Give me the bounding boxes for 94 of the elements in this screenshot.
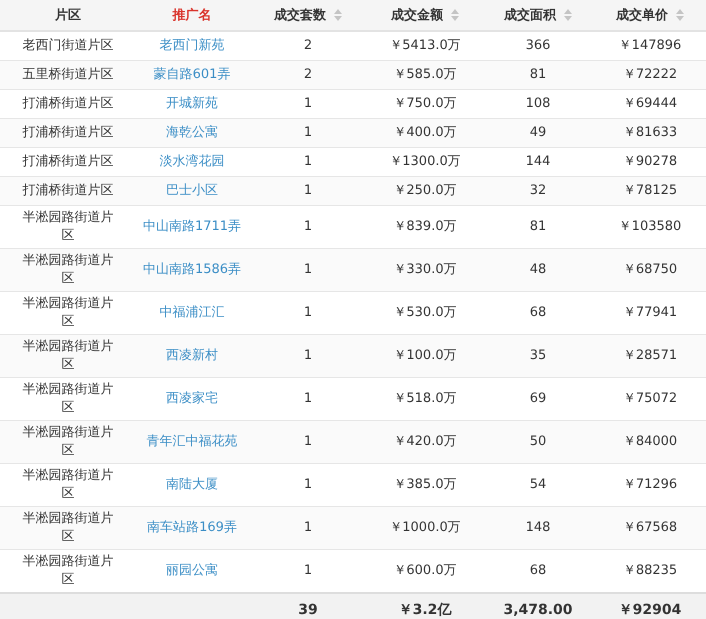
table-cell: 1 <box>304 391 312 406</box>
table-cell: 1 <box>304 477 312 492</box>
table-cell: 打浦桥街道片区 <box>22 154 114 169</box>
estate-link[interactable]: 丽园公寓 <box>166 563 218 578</box>
table-cell: 50 <box>530 434 546 449</box>
table-cell: 半淞园路街道片区 <box>22 296 114 329</box>
table-cell: 81 <box>530 219 546 234</box>
table-cell: 半淞园路街道片区 <box>22 382 114 415</box>
table-cell: 35 <box>530 348 546 363</box>
table-cell: ￥68750 <box>622 262 678 277</box>
table-cell: 54 <box>530 477 546 492</box>
table-cell: 68 <box>530 563 546 578</box>
table-cell: 2 <box>304 67 312 82</box>
table-cell: 1 <box>304 183 312 198</box>
sort-icon[interactable] <box>451 9 459 21</box>
table-cell: 48 <box>530 262 546 277</box>
table-cell: 打浦桥街道片区 <box>22 125 114 140</box>
table-cell: 半淞园路街道片区 <box>22 253 114 286</box>
table-cell: 81 <box>530 67 546 82</box>
table-cell: ￥71296 <box>622 477 678 492</box>
table-cell: 1 <box>304 219 312 234</box>
table-cell: 半淞园路街道片区 <box>22 554 114 587</box>
table-cell: 打浦桥街道片区 <box>22 96 114 111</box>
sort-icon[interactable] <box>334 9 342 21</box>
table-cell: ￥750.0万 <box>393 96 457 111</box>
table-cell: ￥530.0万 <box>393 305 457 320</box>
table-cell: ￥77941 <box>622 305 678 320</box>
table-cell: ￥385.0万 <box>393 477 457 492</box>
estate-link[interactable]: 开城新苑 <box>166 96 218 111</box>
table-cell: 1 <box>304 434 312 449</box>
table-cell: 2 <box>304 38 312 53</box>
total-cell: ￥3.2亿 <box>398 602 452 618</box>
table-cell: ￥585.0万 <box>393 67 457 82</box>
table-cell: 半淞园路街道片区 <box>22 339 114 372</box>
table-cell: 69 <box>530 391 546 406</box>
table-cell: 108 <box>526 96 550 111</box>
table-cell: 打浦桥街道片区 <box>22 183 114 198</box>
sort-icon[interactable] <box>676 9 684 21</box>
table-cell: 32 <box>530 183 546 198</box>
table-cell: ￥100.0万 <box>393 348 457 363</box>
table-cell: ￥67568 <box>622 520 678 535</box>
table-cell: 1 <box>304 563 312 578</box>
table-cell: 五里桥街道片区 <box>22 67 114 82</box>
table-cell: 半淞园路街道片区 <box>22 210 114 243</box>
estate-link[interactable]: 中福浦江汇 <box>160 305 224 320</box>
table-cell: ￥90278 <box>622 154 678 169</box>
table-cell: 68 <box>530 305 546 320</box>
table-cell: 1 <box>304 96 312 111</box>
estate-link[interactable]: 西凌新村 <box>166 348 218 363</box>
table-cell: ￥28571 <box>622 348 678 363</box>
table-cell: ￥839.0万 <box>393 219 457 234</box>
table-cell: ￥420.0万 <box>393 434 457 449</box>
estate-link[interactable]: 淡水湾花园 <box>160 154 224 169</box>
estate-link[interactable]: 西凌家宅 <box>166 391 218 406</box>
table-cell: ￥147896 <box>618 38 682 53</box>
table-cell: ￥1000.0万 <box>389 520 461 535</box>
table-cell: ￥600.0万 <box>393 563 457 578</box>
table-cell: ￥1300.0万 <box>389 154 461 169</box>
table-cell: 49 <box>530 125 546 140</box>
column-header: 推广名 <box>172 6 212 24</box>
table-cell: ￥518.0万 <box>393 391 457 406</box>
table-cell: ￥78125 <box>622 183 678 198</box>
table-cell: 144 <box>526 154 550 169</box>
table-cell: 1 <box>304 154 312 169</box>
table-cell: ￥75072 <box>622 391 678 406</box>
table-cell: 1 <box>304 520 312 535</box>
table-cell: 老西门街道片区 <box>22 38 114 53</box>
total-cell: 39 <box>298 602 318 618</box>
table-cell: 1 <box>304 348 312 363</box>
table-cell: ￥250.0万 <box>393 183 457 198</box>
estate-link[interactable]: 老西门新苑 <box>160 38 224 53</box>
table-cell: 366 <box>526 38 550 53</box>
table-cell: ￥103580 <box>618 219 682 234</box>
total-cell: ￥92904 <box>618 602 682 618</box>
estate-link[interactable]: 中山南路1711弄 <box>142 219 242 234</box>
table-cell: 1 <box>304 305 312 320</box>
table-cell: 半淞园路街道片区 <box>22 425 114 458</box>
table-cell: 1 <box>304 125 312 140</box>
table-cell: 半淞园路街道片区 <box>22 511 114 544</box>
table-cell: 半淞园路街道片区 <box>22 468 114 501</box>
table-cell: 1 <box>304 262 312 277</box>
table-cell: ￥72222 <box>622 67 678 82</box>
table-cell: 148 <box>526 520 550 535</box>
sort-icon[interactable] <box>564 9 572 21</box>
table-cell: ￥84000 <box>622 434 678 449</box>
table-cell: ￥81633 <box>622 125 678 140</box>
estate-link[interactable]: 南陆大厦 <box>166 477 218 492</box>
column-header: 片区 <box>55 7 81 24</box>
table-cell: ￥69444 <box>622 96 678 111</box>
total-cell: 3,478.00 <box>503 602 573 618</box>
table-cell: ￥5413.0万 <box>389 38 461 53</box>
table-cell: ￥400.0万 <box>393 125 457 140</box>
table-cell: ￥330.0万 <box>393 262 457 277</box>
table-cell: ￥88235 <box>622 563 678 578</box>
